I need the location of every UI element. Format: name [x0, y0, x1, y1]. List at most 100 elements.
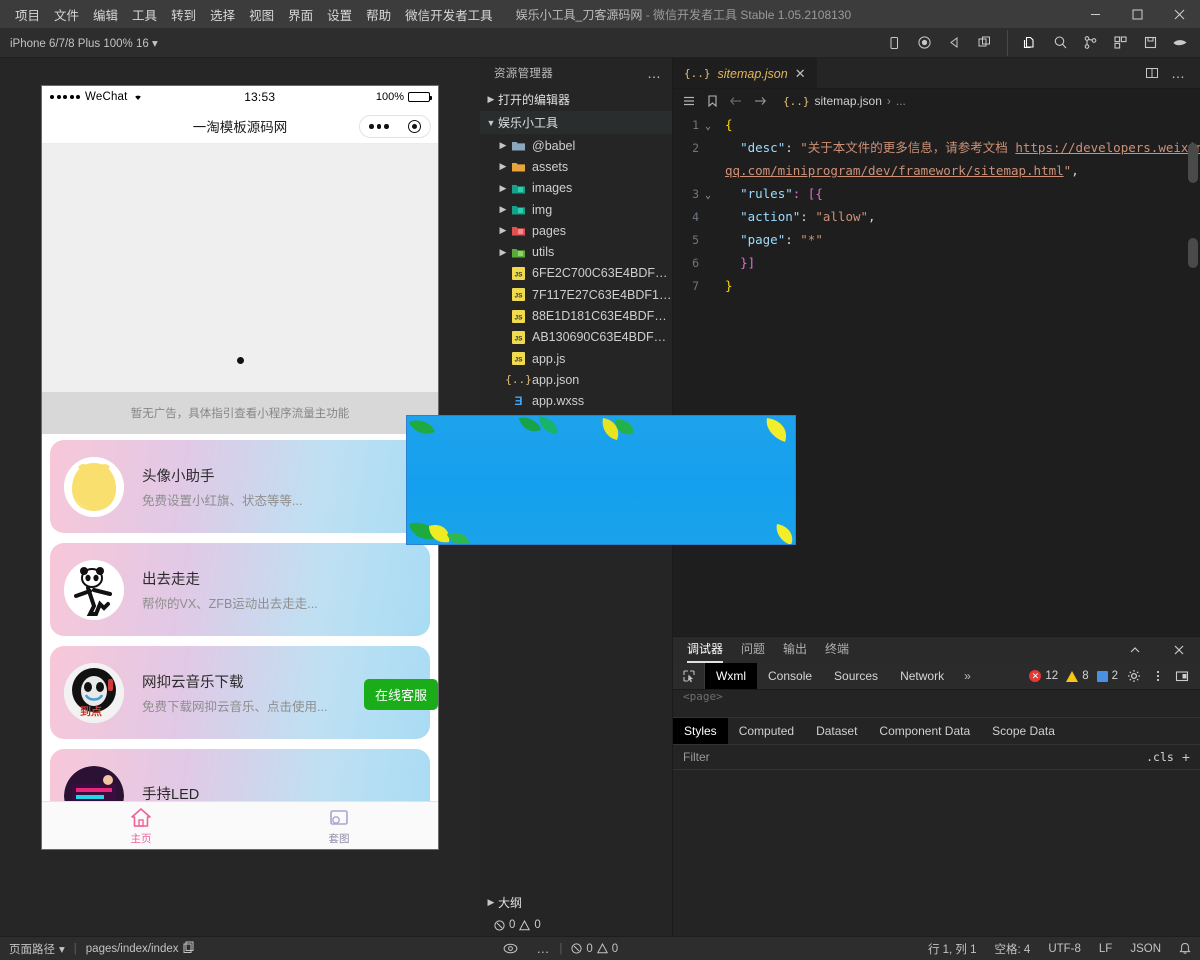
devtools-tab-sources[interactable]: Sources	[823, 663, 889, 689]
editor-scrollbar-thumb-top[interactable]	[1188, 143, 1198, 183]
code-editor[interactable]: 1 ⌄ { 2 "desc": "关于本文件的更多信息，请参考文档 https:…	[673, 113, 1200, 636]
more-dots-icon[interactable]	[369, 124, 389, 129]
filter-input[interactable]: Filter	[683, 750, 710, 764]
online-service-button[interactable]: 在线客服	[364, 679, 438, 710]
add-rule-button[interactable]: +	[1182, 749, 1200, 765]
breadcrumb-trail[interactable]: ...	[896, 94, 906, 108]
tree-file-js-3[interactable]: JS 88E1D181C63E4BDFEE...	[480, 305, 672, 326]
minimize-button[interactable]	[1074, 0, 1116, 28]
page-path-value[interactable]: pages/index/index	[77, 937, 203, 960]
phone-simulator[interactable]: WeChat 13:53 100% 一淘模板源码网	[41, 85, 439, 850]
menu-item-select[interactable]: 选择	[203, 2, 242, 27]
problems-status[interactable]: 0 0	[562, 937, 627, 960]
extensions-icon[interactable]	[1106, 30, 1134, 56]
sub-tab-scope-data[interactable]: Scope Data	[981, 718, 1066, 744]
tree-folder-pages[interactable]: ▶ pages	[480, 220, 672, 241]
devtools-tab-console[interactable]: Console	[757, 663, 823, 689]
eol-setting[interactable]: LF	[1090, 937, 1121, 960]
tree-file-app-wxss[interactable]: Ǝ app.wxss	[480, 391, 672, 412]
close-icon[interactable]: ✕	[795, 66, 806, 82]
tree-file-js-2[interactable]: JS 7F117E27C63E4BDF19...	[480, 284, 672, 305]
language-mode[interactable]: JSON	[1121, 937, 1170, 960]
sub-tab-dataset[interactable]: Dataset	[805, 718, 868, 744]
more-vertical-icon[interactable]	[1146, 669, 1170, 683]
list-item[interactable]: 手持LED	[50, 749, 430, 801]
capsule-button[interactable]	[359, 115, 431, 138]
maximize-button[interactable]	[1116, 0, 1158, 28]
tree-file-js-1[interactable]: JS 6FE2C700C63E4BDF09...	[480, 263, 672, 284]
outline-icon[interactable]	[682, 94, 696, 108]
sub-tab-computed[interactable]: Computed	[728, 718, 805, 744]
inspect-element-icon[interactable]	[673, 663, 705, 689]
banner-swiper[interactable]	[42, 144, 438, 392]
tree-file-app-js[interactable]: JS app.js	[480, 348, 672, 369]
project-root-section[interactable]: ▼ 娱乐小工具	[480, 111, 672, 134]
floating-preview-image[interactable]	[406, 415, 796, 545]
fold-chevron-icon[interactable]: ⌄	[699, 113, 717, 138]
sub-tab-component-data[interactable]: Component Data	[868, 718, 981, 744]
page-path-selector[interactable]: 页面路径 ▾	[0, 937, 74, 960]
source-control-icon[interactable]	[1076, 30, 1104, 56]
device-selector[interactable]: iPhone 6/7/8 Plus 100% 16 ▾	[0, 36, 158, 50]
list-item[interactable]: 头像小助手 免费设置小红旗、状态等等...	[50, 440, 430, 533]
more-tabs-icon[interactable]: »	[955, 669, 980, 683]
menu-item-project[interactable]: 项目	[8, 2, 47, 27]
panel-tab-problems[interactable]: 问题	[741, 640, 765, 661]
dock-side-icon[interactable]	[1170, 669, 1194, 683]
gear-icon[interactable]	[1122, 669, 1146, 683]
menu-item-interface[interactable]: 界面	[281, 2, 320, 27]
menu-item-settings[interactable]: 设置	[320, 2, 359, 27]
copy-icon[interactable]	[183, 941, 194, 956]
explorer-problems[interactable]: 0 0	[480, 914, 672, 936]
editor-tab-sitemap-json[interactable]: {..} sitemap.json ✕	[673, 58, 817, 88]
preview-eye-button[interactable]	[494, 937, 527, 960]
list-item[interactable]: 出去走走 帮你的VX、ZFB运动出去走走...	[50, 543, 430, 636]
cursor-position[interactable]: 行 1, 列 1	[919, 937, 986, 960]
panel-tab-output[interactable]: 输出	[783, 640, 807, 661]
cls-toggle-button[interactable]: .cls	[1146, 750, 1182, 764]
bell-icon[interactable]	[1170, 937, 1200, 960]
menu-item-goto[interactable]: 转到	[164, 2, 203, 27]
chevron-up-icon[interactable]	[1122, 644, 1148, 656]
menu-item-tools[interactable]: 工具	[125, 2, 164, 27]
sub-tab-styles[interactable]: Styles	[673, 718, 728, 744]
arrow-left-icon[interactable]	[729, 94, 743, 108]
search-icon[interactable]	[1046, 30, 1074, 56]
bookmark-icon[interactable]	[706, 94, 719, 108]
outline-section[interactable]: ▶ 大纲	[480, 891, 672, 914]
menu-item-help[interactable]: 帮助	[359, 2, 398, 27]
record-icon[interactable]	[910, 30, 938, 56]
close-button[interactable]	[1158, 0, 1200, 28]
panel-tab-debugger[interactable]: 调试器	[687, 640, 723, 661]
arrow-right-icon[interactable]	[753, 94, 767, 108]
megaphone-icon[interactable]	[940, 30, 968, 56]
warning-badge[interactable]: 8	[1062, 670, 1092, 682]
encoding-setting[interactable]: UTF-8	[1039, 937, 1090, 960]
eye-icon[interactable]	[1166, 30, 1194, 56]
error-badge[interactable]: ✕ 12	[1025, 670, 1062, 682]
open-editors-section[interactable]: ▶ 打开的编辑器	[480, 88, 672, 111]
clone-window-icon[interactable]	[970, 30, 998, 56]
menu-item-file[interactable]: 文件	[47, 2, 86, 27]
tree-folder-assets[interactable]: ▶ assets	[480, 156, 672, 177]
breadcrumb-path[interactable]: {..} sitemap.json › ...	[783, 94, 906, 108]
tree-folder-babel[interactable]: ▶ @babel	[480, 135, 672, 156]
phone-icon[interactable]	[880, 30, 908, 56]
more-actions-icon[interactable]: …	[1166, 58, 1190, 89]
styles-panel-body[interactable]	[673, 770, 1200, 936]
menu-item-view[interactable]: 视图	[242, 2, 281, 27]
tree-folder-utils[interactable]: ▶ utils	[480, 241, 672, 262]
target-icon[interactable]	[408, 120, 421, 133]
menu-item-edit[interactable]: 编辑	[86, 2, 125, 27]
split-editor-icon[interactable]	[1140, 58, 1164, 89]
tree-file-app-json[interactable]: {..} app.json	[480, 369, 672, 390]
info-badge[interactable]: 2	[1093, 670, 1122, 682]
fold-chevron-icon[interactable]: ⌄	[699, 182, 717, 207]
list-item[interactable]: 到点 网抑云音乐下载 免费下载网抑云音乐、点击使用... 在线客服	[50, 646, 430, 739]
indent-setting[interactable]: 空格: 4	[986, 937, 1040, 960]
more-dots-icon[interactable]: …	[527, 937, 559, 960]
breadcrumb-file[interactable]: sitemap.json	[815, 94, 882, 108]
editor-scrollbar-thumb[interactable]	[1188, 238, 1198, 268]
tree-file-js-4[interactable]: JS AB130690C63E4BDFC...	[480, 327, 672, 348]
menu-item-devtools[interactable]: 微信开发者工具	[398, 2, 500, 27]
